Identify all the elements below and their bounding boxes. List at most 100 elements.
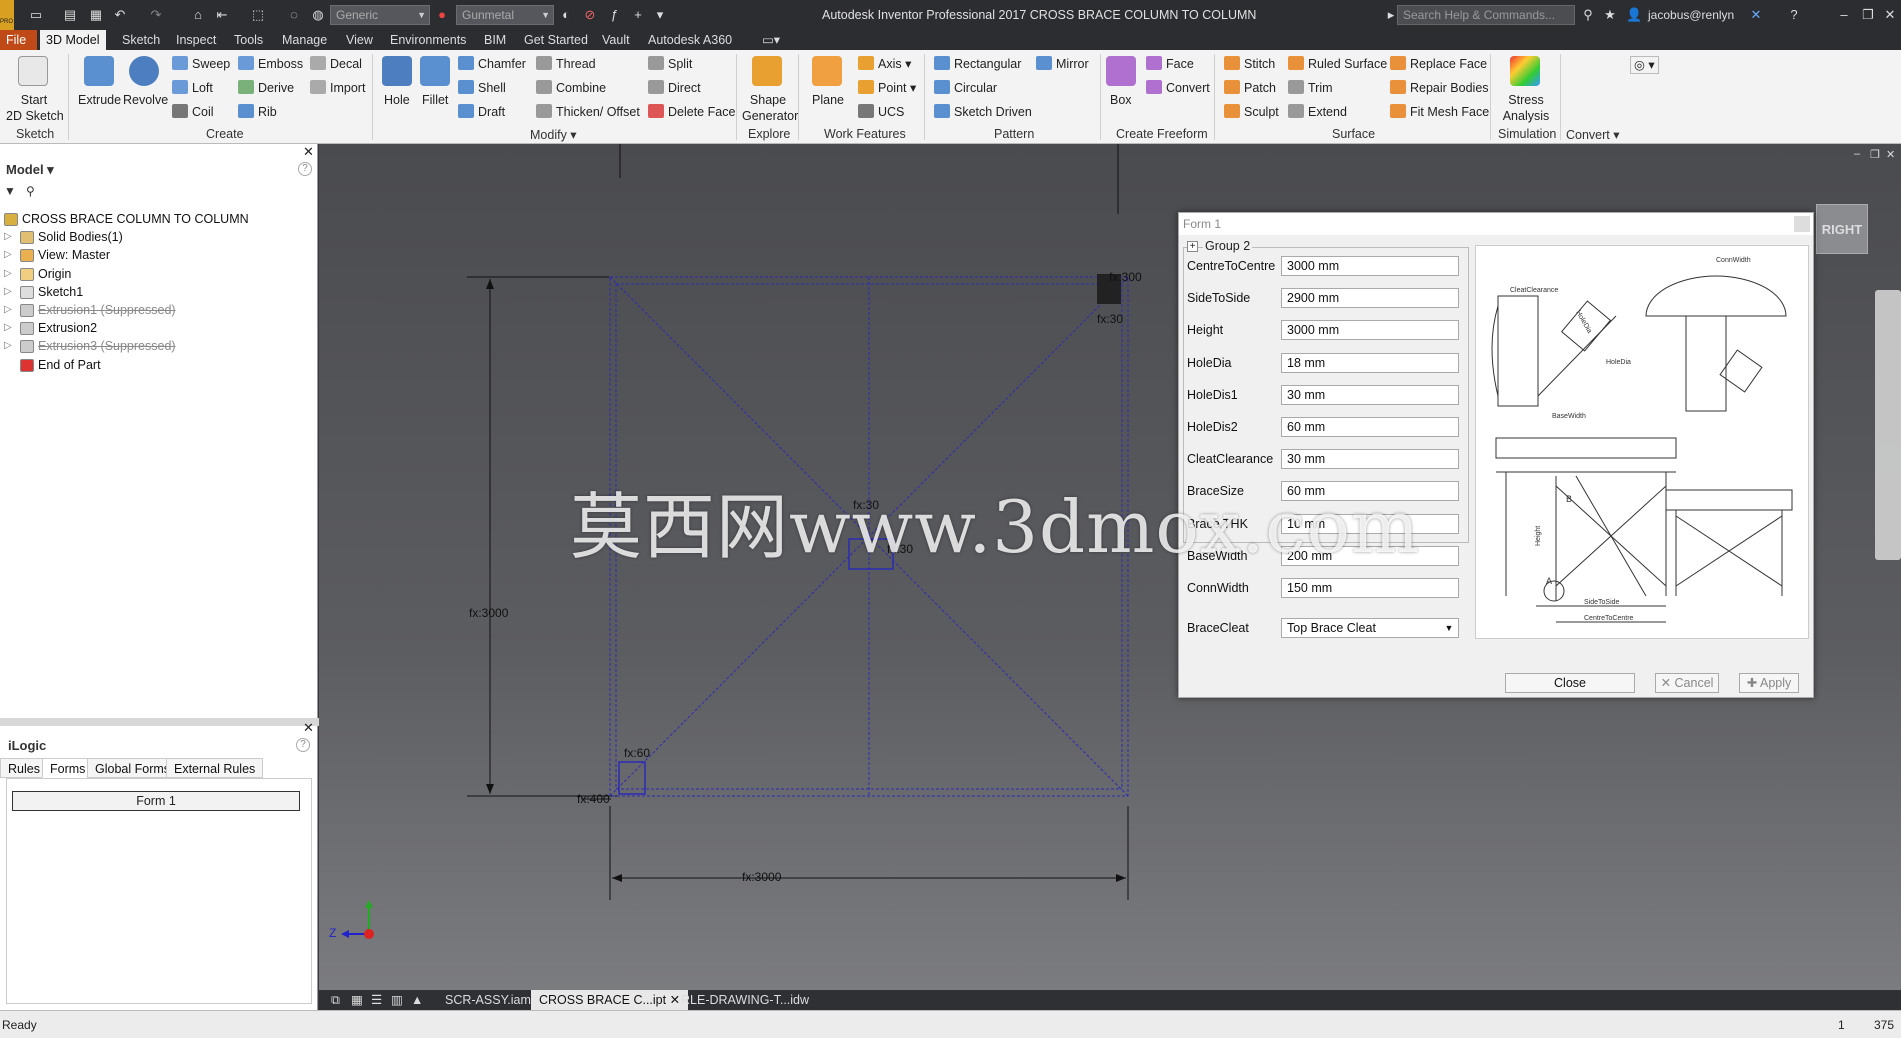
material-select[interactable]: Generic ▼ [330, 5, 430, 25]
shell-button[interactable]: Shell [458, 80, 506, 96]
field-input[interactable]: 3000 mm [1281, 256, 1459, 276]
group-collapse-icon[interactable]: + [1187, 241, 1198, 252]
appearance-select[interactable]: Gunmetal ▼ [456, 5, 554, 25]
tab-rules[interactable]: Rules [0, 758, 48, 778]
start-sketch-button[interactable]: Start 2D Sketch [6, 92, 64, 124]
help-icon[interactable]: ? [1786, 7, 1802, 23]
expand-icon[interactable]: ▷ [4, 319, 14, 337]
star-icon[interactable]: ★ [1602, 7, 1618, 23]
model-panel-close-icon[interactable]: ✕ [303, 144, 314, 160]
select-icon[interactable]: ⬚ [250, 7, 266, 23]
revolve-button[interactable]: Revolve [123, 92, 168, 108]
viewport-restore-icon[interactable]: ❐ [1870, 148, 1880, 161]
tab-forms[interactable]: Forms [42, 758, 94, 778]
box-button[interactable]: Box [1110, 92, 1132, 108]
plane-button[interactable]: Plane [812, 92, 844, 108]
expand-icon[interactable]: ▷ [4, 246, 14, 264]
navigation-bar[interactable] [1875, 290, 1901, 560]
tab-file[interactable]: File [0, 30, 37, 50]
fillet-icon[interactable] [420, 56, 450, 86]
tab-environments[interactable]: Environments [384, 30, 472, 50]
emboss-button[interactable]: Emboss [238, 56, 303, 72]
field-input[interactable]: 150 mm [1281, 578, 1459, 598]
field-input[interactable]: 30 mm [1281, 449, 1459, 470]
close-window-icon[interactable]: ✕ [1882, 7, 1898, 23]
form-title-bar[interactable]: Form 1 [1179, 213, 1813, 235]
update-icon[interactable]: ◌ [286, 7, 302, 23]
coil-button[interactable]: Coil [172, 104, 214, 120]
draft-button[interactable]: Draft [458, 104, 505, 120]
customize-icon[interactable]: ▾ [652, 7, 668, 23]
delete-face-button[interactable]: Delete Face [648, 104, 735, 120]
form-close-icon[interactable] [1794, 216, 1810, 232]
tab-sketch[interactable]: Sketch [116, 30, 166, 50]
tree-item[interactable]: ▷ Solid Bodies(1) [0, 228, 318, 246]
ucs-button[interactable]: UCS [858, 104, 904, 120]
split-button[interactable]: Split [648, 56, 692, 72]
find-icon[interactable]: ⚲ [26, 184, 35, 198]
point-button[interactable]: Point ▾ [858, 80, 916, 96]
tree-item[interactable]: End of Part [0, 356, 318, 374]
repair-bodies-button[interactable]: Repair Bodies [1390, 80, 1489, 96]
group-modify[interactable]: Modify ▾ [530, 127, 577, 142]
tab-get-started[interactable]: Get Started [518, 30, 594, 50]
stress-analysis-button[interactable]: Stress Analysis [1500, 92, 1552, 124]
tab-inspect[interactable]: Inspect [170, 30, 222, 50]
direct-button[interactable]: Direct [648, 80, 701, 96]
tree-item[interactable]: ▷ Extrusion3 (Suppressed) [0, 337, 318, 355]
expand-icon[interactable]: ▷ [4, 283, 14, 301]
form1-button[interactable]: Form 1 [12, 791, 300, 811]
hole-icon[interactable] [382, 56, 412, 86]
redo-icon[interactable]: ↷ [148, 7, 164, 23]
extrude-icon[interactable] [84, 56, 114, 86]
open-icon[interactable]: ▤ [62, 7, 78, 23]
tab-external-rules[interactable]: External Rules [166, 758, 264, 778]
cancel-button[interactable]: ✕ Cancel [1655, 673, 1719, 693]
tab-3d-model[interactable]: 3D Model [40, 30, 106, 50]
app-logo[interactable]: PRO [0, 0, 14, 30]
import-button[interactable]: Import [310, 80, 365, 96]
restore-icon[interactable]: ❐ [1860, 7, 1876, 23]
mirror-button[interactable]: Mirror [1036, 56, 1089, 72]
plus-icon[interactable]: + [630, 7, 646, 23]
field-input[interactable]: 30 mm [1281, 384, 1459, 405]
start-sketch-icon[interactable] [18, 56, 48, 86]
viewport-minimize-icon[interactable]: – [1854, 148, 1860, 160]
clear-icon[interactable]: ⊘ [582, 7, 598, 23]
tree-item[interactable]: ▷ Sketch1 [0, 283, 318, 301]
extend-button[interactable]: Extend [1288, 104, 1347, 120]
globe-icon[interactable]: ◍ [310, 7, 326, 23]
combine-button[interactable]: Combine [536, 80, 606, 96]
dim-bottom-left-label[interactable]: fx:60 [624, 746, 650, 760]
undo-icon[interactable]: ↶ [112, 7, 128, 23]
doc-tab-assy[interactable]: SCR-ASSY.iam [437, 990, 539, 1010]
return-icon[interactable]: ⇤ [214, 7, 230, 23]
sketch-driven-button[interactable]: Sketch Driven [934, 104, 1032, 120]
model-panel-title[interactable]: Model ▾ [6, 162, 54, 178]
tab-vault[interactable]: Vault [596, 30, 636, 50]
thicken-button[interactable]: Thicken/ Offset [536, 104, 640, 120]
tab-menu-icon[interactable]: ▲ [403, 990, 431, 1010]
trim-button[interactable]: Trim [1288, 80, 1333, 96]
dim-top-right-label[interactable]: fx:300 [1109, 270, 1142, 284]
tab-view[interactable]: View [340, 30, 379, 50]
tree-item[interactable]: ▷ Origin [0, 265, 318, 283]
tree-item[interactable]: ▷ Extrusion1 (Suppressed) [0, 301, 318, 319]
tab-tools[interactable]: Tools [228, 30, 269, 50]
fit-mesh-face-button[interactable]: Fit Mesh Face [1390, 104, 1489, 120]
ruled-surface-button[interactable]: Ruled Surface [1288, 56, 1387, 72]
decal-button[interactable]: Decal [310, 56, 362, 72]
derive-button[interactable]: Derive [238, 80, 294, 96]
loft-button[interactable]: Loft [172, 80, 213, 96]
field-input[interactable]: 18 mm [1281, 352, 1459, 373]
ribbon-options-icon[interactable]: ▭▾ [756, 30, 786, 50]
doc-tab-part[interactable]: CROSS BRACE C...ipt ✕ [531, 990, 689, 1010]
model-help-icon[interactable]: ? [298, 162, 312, 176]
dim-height-label[interactable]: fx:3000 [469, 606, 508, 620]
shape-generator-icon[interactable] [752, 56, 782, 86]
ilogic-close-icon[interactable]: ✕ [303, 720, 314, 736]
doc-tab-drawing[interactable]: RLE-DRAWING-T...idw [673, 990, 817, 1010]
filter-icon[interactable]: ▼ [4, 184, 16, 198]
sweep-button[interactable]: Sweep [172, 56, 230, 72]
field-input[interactable]: 3000 mm [1281, 320, 1459, 341]
